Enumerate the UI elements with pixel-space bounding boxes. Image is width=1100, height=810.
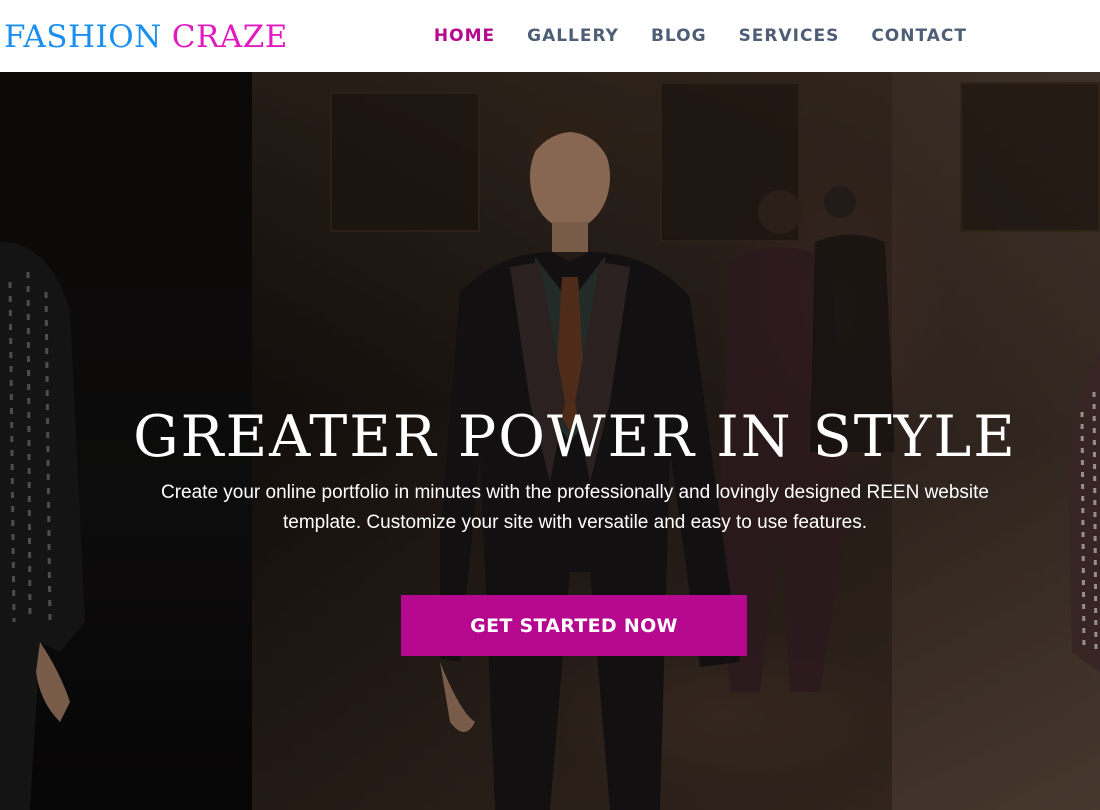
nav-item-contact[interactable]: CONTACT [871,26,967,46]
hero-subtitle: Create your online portfolio in minutes … [100,478,1050,538]
nav-item-home[interactable]: HOME [434,26,495,46]
nav-item-services[interactable]: SERVICES [739,26,840,46]
main-nav: HOME GALLERY BLOG SERVICES CONTACT [434,26,1100,46]
hero-subtitle-line-2: template. Customize your site with versa… [283,512,867,533]
hero-title: GREATER POWER IN STYLE [133,404,1017,470]
nav-item-gallery[interactable]: GALLERY [527,26,619,46]
hero-section: GREATER POWER IN STYLE Create your onlin… [0,72,1100,810]
site-logo[interactable]: FASHION CRAZE [0,18,288,55]
hero-subtitle-line-1: Create your online portfolio in minutes … [160,482,989,503]
logo-text-craze: CRAZE [171,18,288,55]
site-header: FASHION CRAZE HOME GALLERY BLOG SERVICES… [0,0,1100,72]
hero-content: GREATER POWER IN STYLE Create your onlin… [0,72,1100,810]
get-started-button[interactable]: GET STARTED NOW [401,595,747,656]
logo-text-fashion: FASHION [4,18,162,55]
nav-item-blog[interactable]: BLOG [651,26,707,46]
